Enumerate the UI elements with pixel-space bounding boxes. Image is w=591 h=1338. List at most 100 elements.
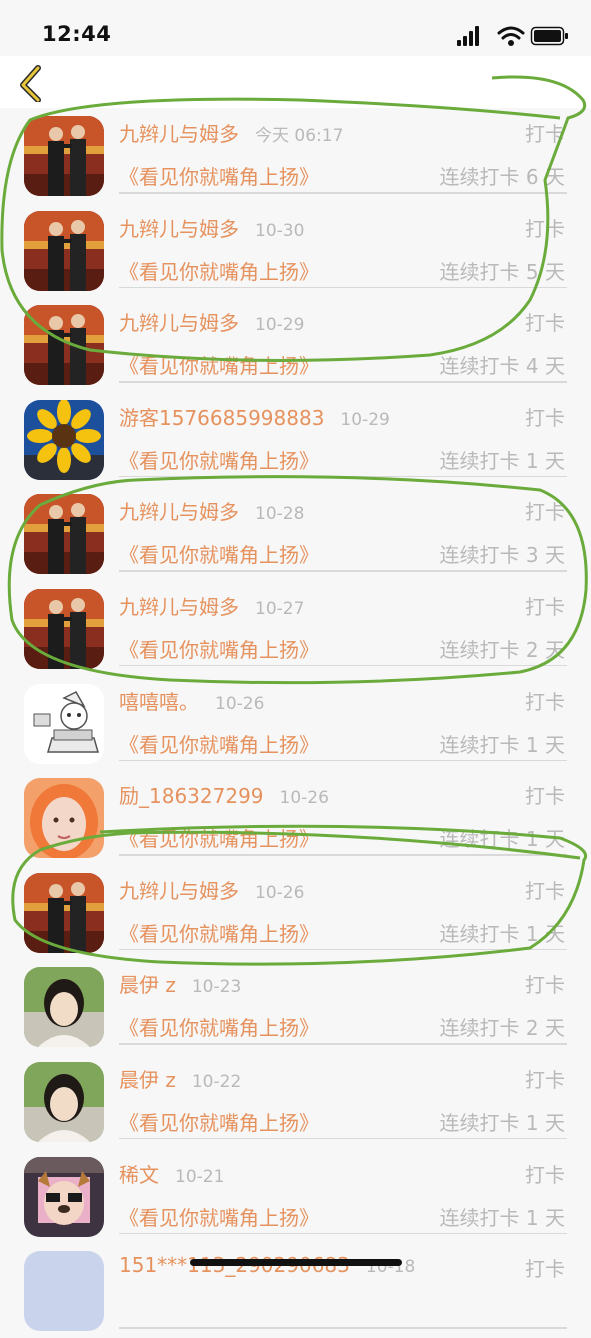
crosstalk-duo-avatar-image — [24, 305, 104, 386]
book-title[interactable]: 《看见你就嘴角上扬》 — [119, 634, 319, 663]
divider — [119, 1043, 567, 1045]
avatar[interactable] — [24, 872, 104, 953]
avatar[interactable] — [24, 588, 104, 669]
checkin-date: 10-30 — [255, 220, 305, 241]
nav-bar — [0, 56, 591, 108]
book-title[interactable]: 《看见你就嘴角上扬》 — [119, 350, 319, 379]
user-name[interactable]: 九辫儿与姆多 — [119, 122, 239, 146]
streak-text: 连续打卡 2 天 — [439, 1016, 565, 1041]
user-name[interactable]: 九辫儿与姆多 — [119, 500, 239, 524]
user-name[interactable]: 游客1576685998883 — [119, 406, 324, 430]
avatar[interactable] — [24, 683, 104, 764]
book-title[interactable]: 《看见你就嘴角上扬》 — [119, 823, 319, 852]
checkin-row[interactable]: 九辫儿与姆多 10-30 打卡 《看见你就嘴角上扬》 连续打卡 5 天 — [0, 203, 591, 298]
avatar[interactable] — [24, 778, 104, 859]
crosstalk-duo-avatar-image — [24, 116, 104, 196]
checkin-row[interactable]: 151***113_29029068310-18 打卡 — [0, 1243, 591, 1338]
user-name[interactable]: 九辫儿与姆多 — [119, 217, 239, 241]
checkin-row[interactable]: 稀文 10-21 打卡 《看见你就嘴角上扬》 连续打卡 1 天 — [0, 1149, 591, 1244]
avatar[interactable] — [24, 116, 104, 196]
streak-text: 连续打卡 5 天 — [439, 259, 565, 284]
avatar[interactable] — [24, 1251, 104, 1332]
user-name[interactable]: 嘻嘻嘻。 — [119, 690, 199, 714]
user-name[interactable]: 稀文 — [119, 1163, 159, 1187]
checkin-action: 打卡 — [525, 878, 565, 903]
user-name[interactable]: 晨伊 z — [119, 973, 176, 997]
wifi-icon — [497, 26, 525, 46]
streak-text: 连续打卡 2 天 — [439, 637, 565, 662]
user-name[interactable]: 九辫儿与姆多 — [119, 311, 239, 335]
book-title[interactable]: 《看见你就嘴角上扬》 — [119, 445, 319, 474]
user-name[interactable]: 励_186327299 — [119, 784, 264, 808]
checkin-row[interactable]: 晨伊 z 10-23 打卡 《看见你就嘴角上扬》 连续打卡 2 天 — [0, 959, 591, 1054]
avatar[interactable] — [24, 967, 104, 1048]
checkin-row[interactable]: 九辫儿与姆多 10-27 打卡 《看见你就嘴角上扬》 连续打卡 2 天 — [0, 581, 591, 676]
crosstalk-duo-avatar-image — [24, 210, 104, 291]
crosstalk-duo-avatar-image — [24, 588, 104, 669]
back-button[interactable] — [12, 62, 52, 102]
streak-text: 连续打卡 1 天 — [439, 921, 565, 946]
checkin-action: 打卡 — [525, 594, 565, 619]
streak-text: 连续打卡 1 天 — [439, 1205, 565, 1230]
signal-icon — [457, 26, 479, 46]
checkin-row[interactable]: 嘻嘻嘻。 10-26 打卡 《看见你就嘴角上扬》 连续打卡 1 天 — [0, 676, 591, 771]
divider — [119, 570, 567, 572]
checkin-row[interactable]: 九辫儿与姆多 10-28 打卡 《看见你就嘴角上扬》 连续打卡 3 天 — [0, 486, 591, 581]
checkin-row[interactable]: 九辫儿与姆多 10-29 打卡 《看见你就嘴角上扬》 连续打卡 4 天 — [0, 297, 591, 392]
avatar[interactable] — [24, 210, 104, 291]
streak-text: 连续打卡 1 天 — [439, 448, 565, 473]
book-title[interactable]: 《看见你就嘴角上扬》 — [119, 1202, 319, 1231]
streak-text: 连续打卡 4 天 — [439, 354, 565, 379]
avatar[interactable] — [24, 1061, 104, 1142]
checkin-date: 10-29 — [255, 315, 305, 336]
book-title[interactable]: 《看见你就嘴角上扬》 — [119, 918, 319, 947]
checkin-date: 10-26 — [215, 693, 265, 714]
checkin-row[interactable]: 游客1576685998883 10-29 打卡 《看见你就嘴角上扬》 连续打卡 … — [0, 392, 591, 487]
divider — [119, 664, 567, 667]
divider — [119, 381, 567, 383]
checkin-row[interactable]: 九辫儿与姆多 今天 06:17 打卡 《看见你就嘴角上扬》 连续打卡 6 天 — [0, 108, 591, 203]
book-title[interactable]: 《看见你就嘴角上扬》 — [119, 539, 319, 568]
avatar[interactable] — [24, 494, 104, 575]
blank-avatar-image — [24, 1251, 104, 1332]
dog-filter-avatar-image — [24, 1156, 104, 1237]
divider — [119, 475, 567, 478]
book-title[interactable]: 《看见你就嘴角上扬》 — [119, 1012, 319, 1041]
checkin-action: 打卡 — [525, 973, 565, 998]
book-title[interactable]: 《看见你就嘴角上扬》 — [119, 256, 319, 285]
divider — [119, 286, 567, 289]
avatar[interactable] — [24, 399, 104, 480]
book-title[interactable]: 《看见你就嘴角上扬》 — [119, 1107, 319, 1136]
avatar[interactable] — [24, 1156, 104, 1237]
streak-text: 连续打卡 3 天 — [439, 543, 565, 568]
checkin-date: 10-21 — [175, 1166, 225, 1187]
checkin-date: 10-23 — [191, 977, 242, 998]
checkin-action: 打卡 — [525, 405, 565, 430]
checkin-list[interactable]: 九辫儿与姆多 今天 06:17 打卡 《看见你就嘴角上扬》 连续打卡 6 天 九辫… — [0, 108, 591, 1338]
user-name[interactable]: 九辫儿与姆多 — [119, 879, 239, 903]
status-icons — [457, 26, 568, 46]
checkin-row[interactable]: 九辫儿与姆多 10-26 打卡 《看见你就嘴角上扬》 连续打卡 1 天 — [0, 865, 591, 960]
divider — [119, 759, 567, 762]
avatar[interactable] — [24, 305, 104, 386]
checkin-action: 打卡 — [525, 122, 565, 146]
checkin-row[interactable]: 励_186327299 10-26 打卡 《看见你就嘴角上扬》 连续打卡 1 天 — [0, 770, 591, 865]
status-time: 12:44 — [42, 22, 112, 46]
book-title[interactable]: 《看见你就嘴角上扬》 — [119, 729, 319, 758]
divider — [119, 1327, 567, 1329]
streak-text: 连续打卡 1 天 — [439, 732, 565, 757]
cartoon-laptop-avatar-image — [24, 683, 104, 764]
home-indicator[interactable] — [190, 1259, 402, 1266]
crosstalk-duo-avatar-image — [24, 494, 104, 575]
girl-portrait-avatar-image — [24, 1061, 104, 1142]
book-title[interactable]: 《看见你就嘴角上扬》 — [119, 161, 319, 190]
checkin-action: 打卡 — [525, 689, 565, 714]
divider — [119, 854, 567, 856]
streak-text: 连续打卡 1 天 — [439, 1110, 565, 1135]
checkin-action: 打卡 — [525, 216, 565, 241]
divider — [119, 1137, 567, 1140]
user-name[interactable]: 九辫儿与姆多 — [119, 595, 239, 619]
checkin-row[interactable]: 晨伊 z 10-22 打卡 《看见你就嘴角上扬》 连续打卡 1 天 — [0, 1054, 591, 1149]
checkin-action: 打卡 — [525, 500, 565, 525]
user-name[interactable]: 晨伊 z — [119, 1068, 176, 1092]
